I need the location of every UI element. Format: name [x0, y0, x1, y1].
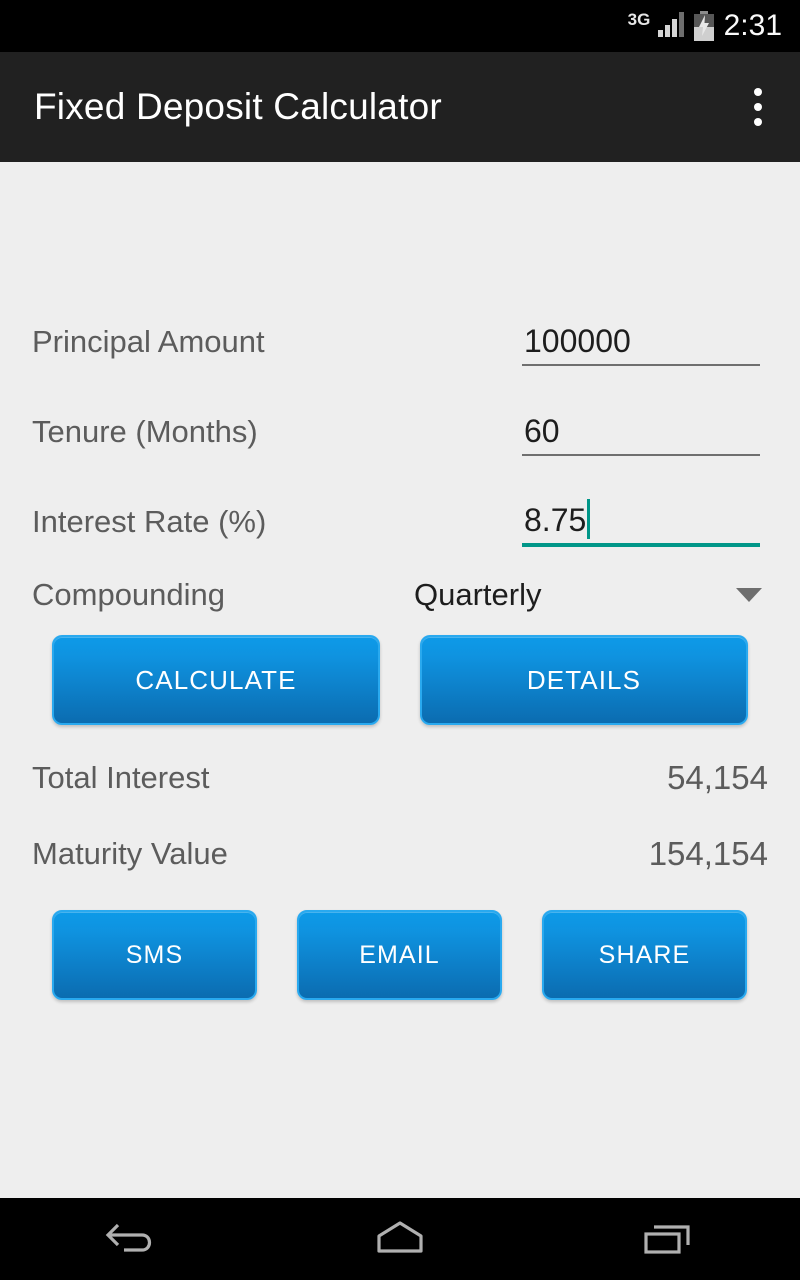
share-button[interactable]: SHARE [542, 910, 747, 1000]
home-icon[interactable] [340, 1198, 460, 1280]
recents-icon[interactable] [607, 1198, 727, 1280]
sms-button[interactable]: SMS [52, 910, 257, 1000]
share-button-label: SHARE [598, 940, 691, 969]
signal-strength-bars [657, 11, 684, 37]
compounding-selected-value: Quarterly [414, 577, 542, 612]
principal-amount-underline [522, 364, 760, 366]
label-principal-amount: Principal Amount [32, 324, 265, 359]
interest-rate-input[interactable]: 8.75 [522, 497, 760, 547]
label-compounding: Compounding [32, 577, 226, 612]
field-row-principal-amount: Principal Amount 100000 [32, 308, 768, 376]
status-bar-icons: 3G 2:31 [628, 9, 782, 43]
navigation-bar [0, 1198, 800, 1280]
status-bar-clock: 2:31 [723, 9, 782, 42]
text-cursor [587, 499, 591, 539]
android-screen: 3G 2:31 Fixed Deposit Calculator Princip… [0, 0, 800, 1280]
tenure-value: 60 [524, 413, 560, 449]
overflow-menu-icon[interactable] [746, 81, 770, 133]
label-tenure: Tenure (Months) [32, 414, 258, 449]
signal-bars-icon: 3G [628, 9, 684, 43]
principal-amount-value: 100000 [524, 323, 631, 359]
field-row-compounding: Compounding Quarterly [32, 564, 768, 626]
field-row-tenure: Tenure (Months) 60 [32, 398, 768, 466]
label-maturity-value: Maturity Value [32, 836, 228, 871]
app-bar: Fixed Deposit Calculator [0, 52, 800, 162]
principal-amount-input[interactable]: 100000 [522, 318, 760, 366]
details-button-label: DETAILS [526, 664, 642, 695]
result-row-maturity-value: Maturity Value 154,154 [32, 826, 768, 882]
charging-bolt-icon [698, 15, 709, 36]
details-button[interactable]: DETAILS [420, 635, 748, 725]
main-content: Principal Amount 100000 Tenure (Months) … [0, 162, 800, 1198]
network-type-label: 3G [627, 10, 651, 29]
calculate-button-label: CALCULATE [135, 664, 297, 695]
page-title: Fixed Deposit Calculator [34, 86, 442, 127]
status-bar: 3G 2:31 [0, 0, 800, 52]
label-total-interest: Total Interest [32, 760, 210, 795]
interest-rate-value: 8.75 [524, 502, 587, 538]
email-button[interactable]: EMAIL [297, 910, 502, 1000]
email-button-label: EMAIL [359, 940, 440, 969]
tenure-input[interactable]: 60 [522, 408, 760, 456]
back-arrow-icon[interactable] [73, 1198, 193, 1280]
compounding-spinner[interactable]: Quarterly [414, 577, 768, 613]
value-maturity-value: 154,154 [648, 835, 768, 872]
label-interest-rate: Interest Rate (%) [32, 504, 267, 539]
interest-rate-value-wrap: 8.75 [522, 497, 760, 543]
interest-rate-underline [522, 543, 760, 547]
value-total-interest: 54,154 [667, 759, 768, 796]
tenure-underline [522, 454, 760, 456]
calculate-button[interactable]: CALCULATE [52, 635, 380, 725]
result-row-total-interest: Total Interest 54,154 [32, 750, 768, 806]
sms-button-label: SMS [125, 940, 184, 969]
chevron-down-icon [736, 588, 762, 602]
battery-charging-icon [693, 11, 714, 41]
field-row-interest-rate: Interest Rate (%) 8.75 [32, 488, 768, 556]
